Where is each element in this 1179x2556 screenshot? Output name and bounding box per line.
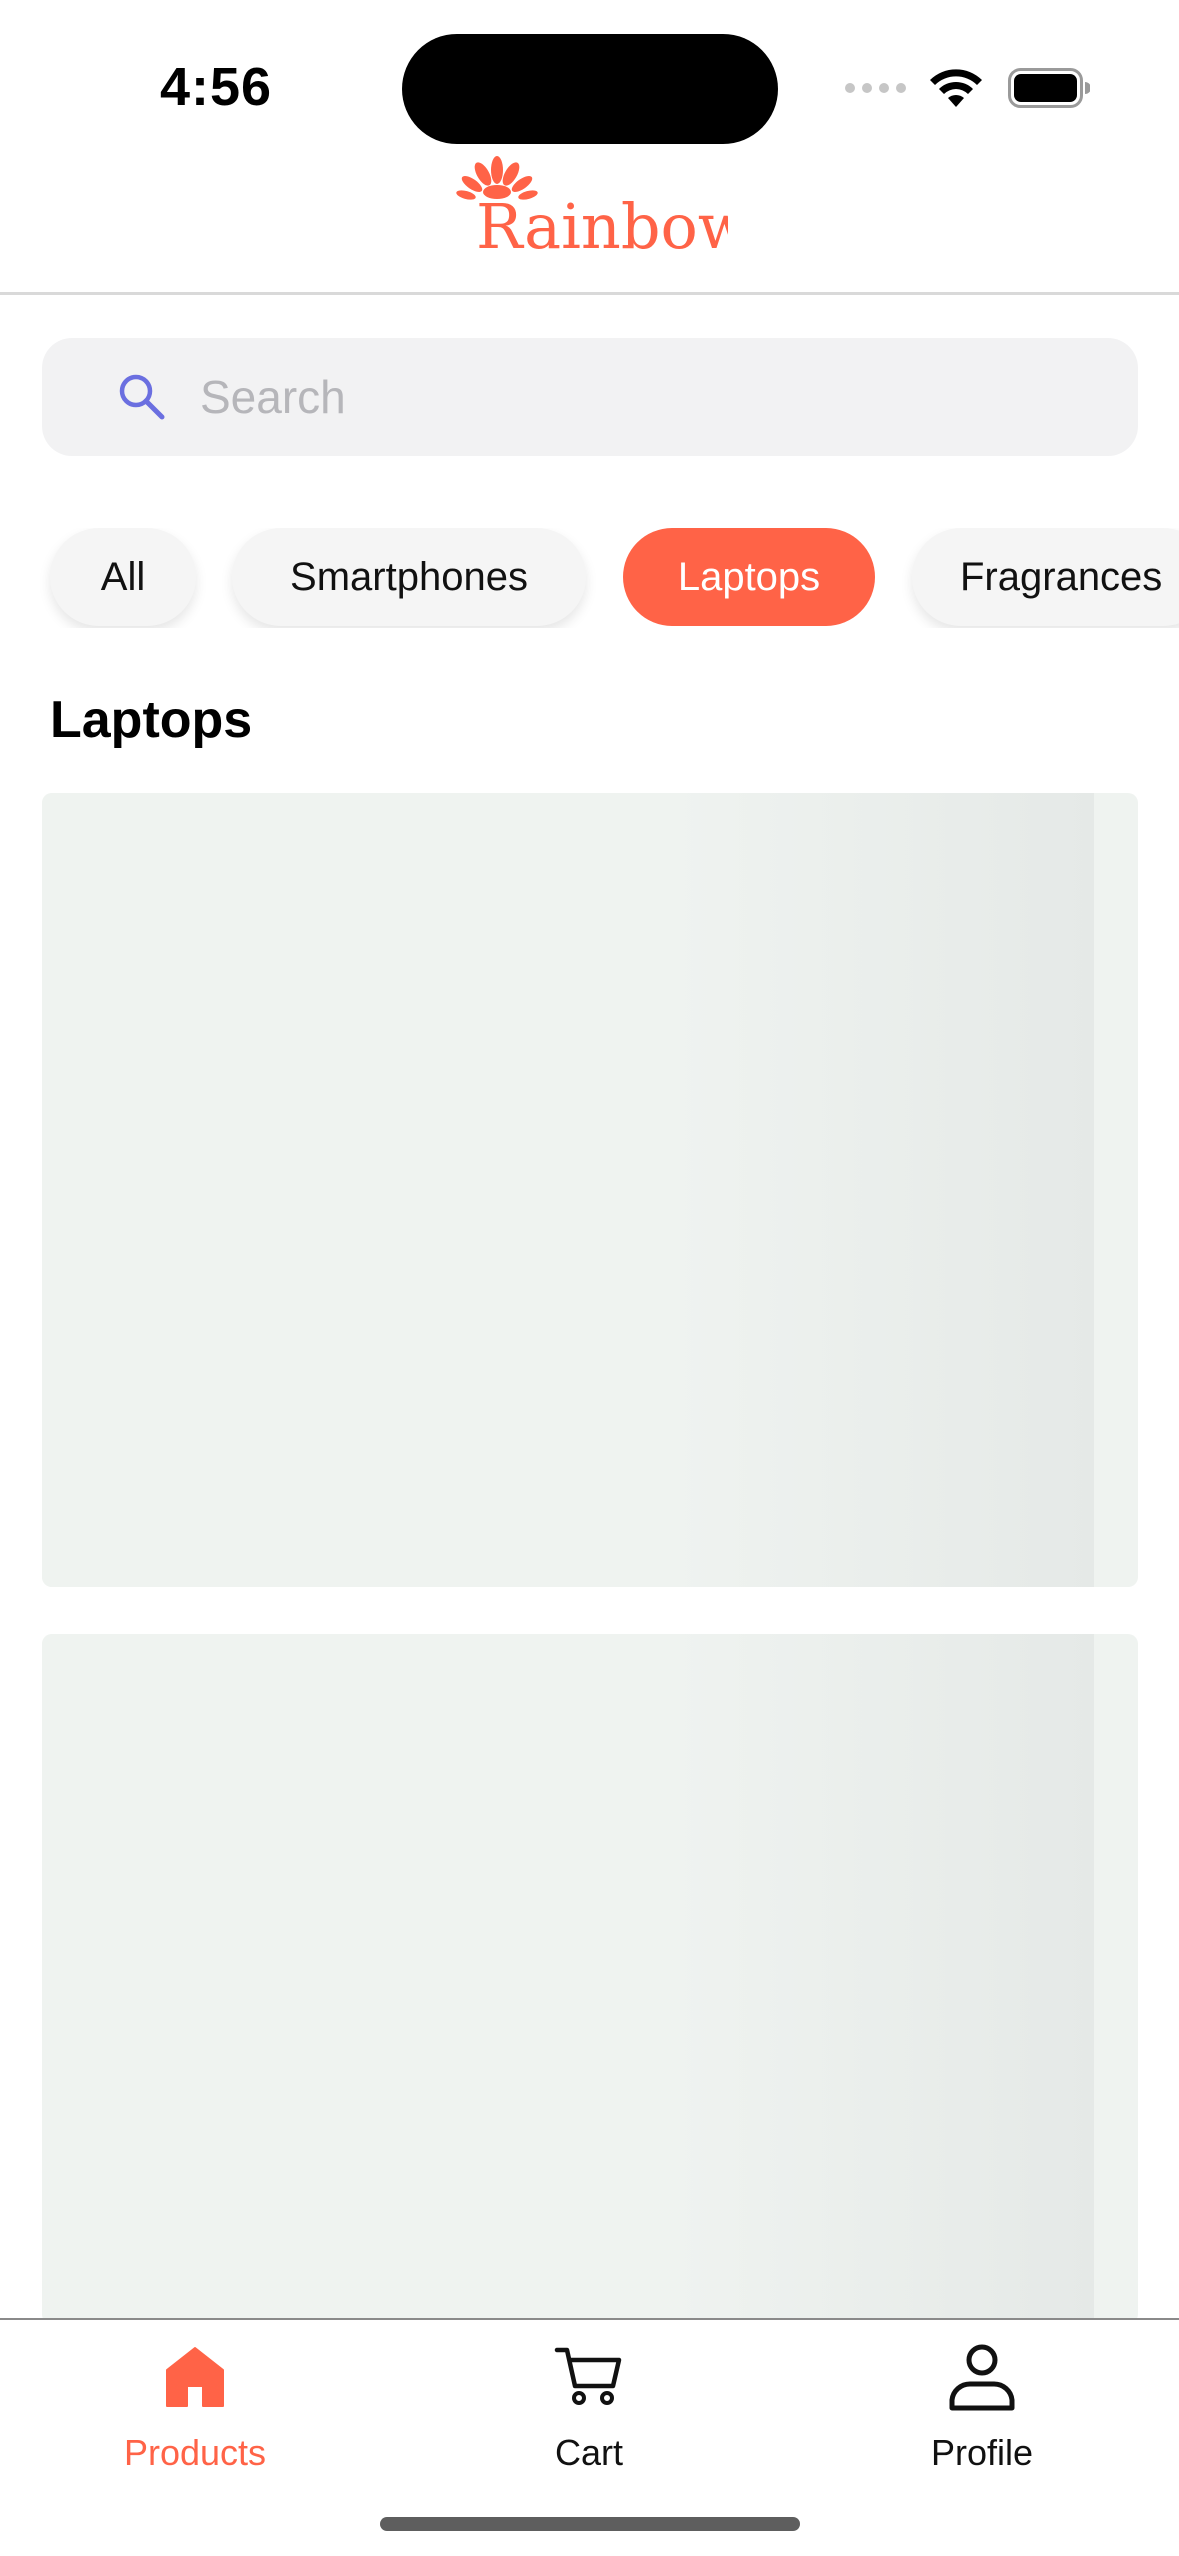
category-chips: All Smartphones Laptops Fragrances bbox=[0, 528, 1179, 628]
product-card-skeleton bbox=[42, 1634, 1138, 2324]
tab-profile[interactable]: Profile bbox=[872, 2340, 1092, 2474]
cellular-signal-icon bbox=[845, 83, 906, 93]
rainbow-logo: Rainbow bbox=[456, 156, 728, 252]
tab-label: Cart bbox=[554, 2432, 623, 2473]
product-card-skeleton bbox=[42, 793, 1138, 1587]
search-placeholder: Search bbox=[200, 371, 346, 423]
status-time: 4:56 bbox=[160, 57, 273, 117]
wifi-icon bbox=[930, 69, 982, 107]
tab-cart[interactable]: Cart bbox=[479, 2340, 699, 2474]
search-input[interactable]: Search bbox=[42, 338, 1138, 456]
tab-label: Profile bbox=[930, 2432, 1034, 2473]
chip-laptops[interactable]: Laptops bbox=[623, 528, 875, 626]
status-icons bbox=[845, 64, 1090, 112]
section-title: Laptops bbox=[50, 691, 253, 749]
svg-text:Rainbow: Rainbow bbox=[476, 190, 728, 252]
home-icon bbox=[166, 2347, 224, 2407]
chip-fragrances[interactable]: Fragrances bbox=[912, 528, 1179, 626]
chip-all[interactable]: All bbox=[50, 528, 196, 626]
header-divider bbox=[0, 292, 1179, 295]
home-indicator[interactable] bbox=[380, 2517, 800, 2531]
profile-icon bbox=[949, 2344, 1015, 2411]
cart-icon bbox=[554, 2347, 622, 2405]
chip-smartphones[interactable]: Smartphones bbox=[232, 528, 586, 626]
search-icon bbox=[119, 374, 165, 420]
dynamic-island bbox=[402, 34, 778, 144]
tab-label: Products bbox=[123, 2432, 267, 2473]
screen: 4:56 Rainbow Search All Smartphones Lapt… bbox=[0, 0, 1179, 2556]
tab-products[interactable]: Products bbox=[85, 2340, 305, 2474]
battery-icon bbox=[1008, 68, 1090, 108]
